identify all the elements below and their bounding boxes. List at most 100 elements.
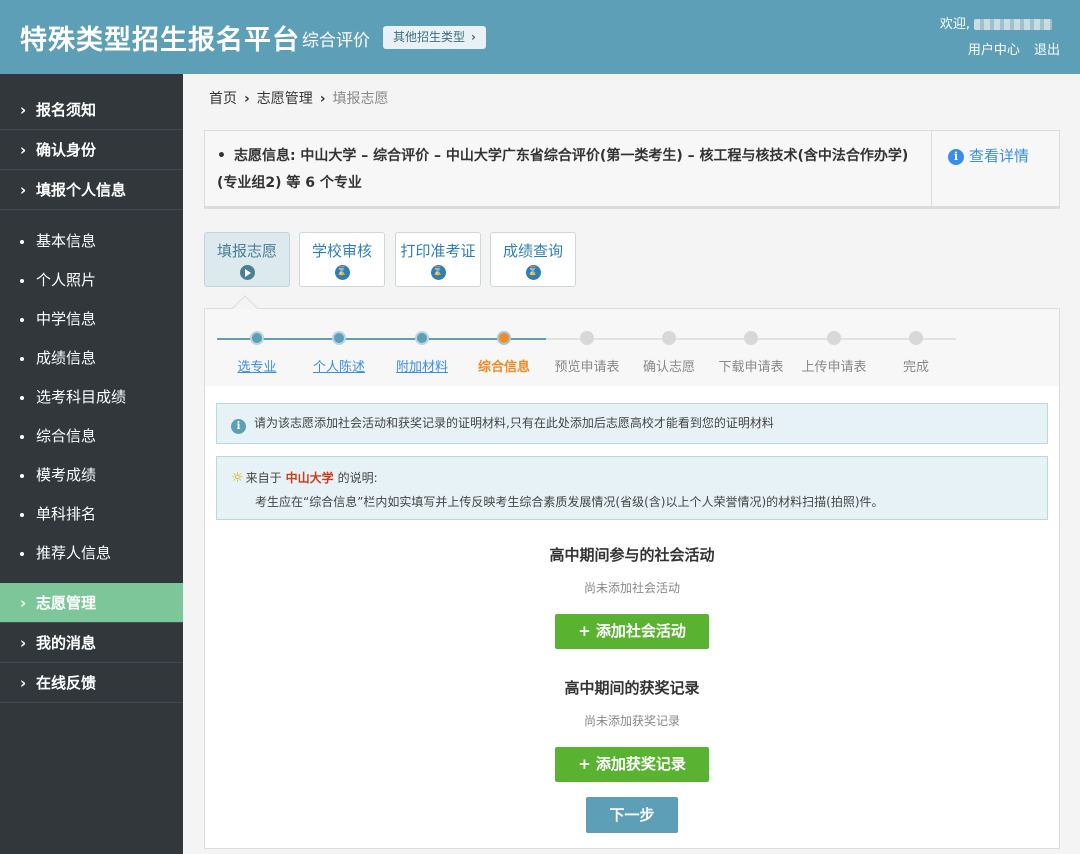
sidebar-subitem-school-info[interactable]: 中学信息 [0, 300, 183, 339]
material-notice-text: 请为该志愿添加社会活动和获奖记录的证明材料,只有在此处添加后志愿高校才能看到您的… [254, 416, 774, 430]
sidebar-subitem-label: 选考科目成绩 [36, 388, 127, 406]
social-activities-empty: 尚未添加社会活动 [583, 581, 680, 595]
view-details-label: 查看详情 [969, 147, 1030, 165]
breadcrumb-home[interactable]: 首页 [209, 91, 237, 107]
bullet-icon: • [217, 148, 226, 164]
sidebar-item-label: 确认身份 [36, 141, 97, 159]
sidebar-subitem-photo[interactable]: 个人照片 [0, 261, 183, 300]
tab-score-query[interactable]: 成绩查询 [490, 232, 576, 287]
sidebar-item-feedback[interactable]: › 在线反馈 [0, 663, 183, 703]
bullet-icon [20, 473, 24, 478]
user-links: 用户中心 退出 [958, 39, 1060, 58]
instruction-body: 考生应在“综合信息”栏内如实填写并上传反映考生综合素质发展情况(省级(含)以上个… [255, 495, 884, 509]
sidebar-item-messages[interactable]: › 我的消息 [0, 623, 183, 663]
site-title: 特殊类型招生报名平台 [20, 25, 300, 56]
other-admission-type-button[interactable]: 其他招生类型 › [383, 26, 486, 49]
tab-fill-application[interactable]: 填报志愿 [204, 232, 290, 287]
sidebar-subitem-label: 单科排名 [36, 505, 97, 523]
bullet-icon [20, 512, 24, 517]
instruction-source: ☼ 来自于 中山大学 的说明: [231, 469, 378, 486]
progress-step-download: 下载申请表 [718, 360, 784, 375]
sidebar-subitem-comprehensive-info[interactable]: 综合信息 [0, 417, 183, 456]
progress-step-upload: 上传申请表 [801, 360, 867, 375]
sidebar-subitem-label: 中学信息 [36, 310, 97, 328]
sidebar-item-label: 填报个人信息 [36, 181, 127, 199]
progress-step-select-major[interactable]: 选专业 [212, 356, 302, 375]
progress-step-preview: 预览申请表 [554, 360, 620, 375]
breadcrumb: 首页 › 志愿管理 › 填报志愿 [209, 88, 389, 108]
tab-label: 填报志愿 [216, 242, 277, 260]
welcome-text: 欢迎, [940, 13, 1052, 32]
sidebar-item-confirm-identity[interactable]: › 确认身份 [0, 130, 183, 170]
sidebar-subitem-grades[interactable]: 成绩信息 [0, 339, 183, 378]
progress-node-personal-statement [332, 331, 346, 345]
chevron-right-icon: › [20, 634, 27, 652]
sidebar-item-notice[interactable]: › 报名须知 [0, 90, 183, 130]
tab-label: 打印准考证 [400, 242, 476, 260]
university-instruction: ☼ 来自于 中山大学 的说明: 考生应在“综合信息”栏内如实填写并上传反映考生综合素质… [216, 456, 1048, 520]
sidebar-subitem-label: 成绩信息 [36, 349, 97, 367]
progress-node-upload [827, 331, 841, 345]
top-header: 特殊类型招生报名平台 综合评价 其他招生类型 › 欢迎, 用户中心 退出 [0, 0, 1080, 74]
info-icon: i [231, 419, 246, 434]
masked-username [974, 19, 1052, 30]
sidebar-item-label: 报名须知 [36, 101, 97, 119]
application-info-text: 志愿信息: 中山大学 – 综合评价 – 中山大学广东省综合评价(第一类考生) –… [217, 148, 909, 191]
breadcrumb-section[interactable]: 志愿管理 [257, 91, 313, 107]
chevron-right-icon: › [20, 674, 27, 692]
sidebar-subitem-label: 基本信息 [36, 232, 97, 250]
logout-link[interactable]: 退出 [1034, 43, 1060, 58]
sidebar-item-label: 我的消息 [36, 634, 97, 652]
progress-node-additional-material [415, 331, 429, 345]
progress-step-personal-statement[interactable]: 个人陈述 [294, 356, 384, 375]
next-step-button[interactable]: 下一步 [586, 797, 678, 833]
play-icon [239, 265, 255, 280]
application-info: • 志愿信息: 中山大学 – 综合评价 – 中山大学广东省综合评价(第一类考生) … [217, 143, 925, 197]
awards-empty: 尚未添加获奖记录 [583, 714, 680, 728]
sidebar-subitem-label: 个人照片 [36, 271, 97, 289]
bullet-icon [20, 395, 24, 400]
progress-node-finish [909, 331, 923, 345]
tab-label: 学校审核 [311, 242, 372, 260]
sidebar-item-personal-info[interactable]: › 填报个人信息 [0, 170, 183, 210]
other-admission-type-label: 其他招生类型 [393, 30, 466, 44]
progress-step-additional-material[interactable]: 附加材料 [377, 356, 467, 375]
sidebar-subitem-basic-info[interactable]: 基本信息 [0, 222, 183, 261]
instruction-prefix: 来自于 [245, 471, 282, 485]
sidebar-subitem-label: 推荐人信息 [36, 544, 112, 562]
sidebar-subitem-elective-grades[interactable]: 选考科目成绩 [0, 378, 183, 417]
sidebar-subitem-label: 模考成绩 [36, 466, 97, 484]
sidebar-item-label: 志愿管理 [36, 594, 97, 612]
chevron-right-icon: › [244, 91, 250, 107]
tab-label: 成绩查询 [502, 242, 563, 260]
bullet-icon [20, 434, 24, 439]
breadcrumb-current: 填报志愿 [332, 91, 389, 107]
add-award-button[interactable]: + 添加获奖记录 [555, 747, 709, 782]
sidebar-subitem-subject-rank[interactable]: 单科排名 [0, 495, 183, 534]
bullet-icon [20, 317, 24, 322]
bullet-icon [20, 356, 24, 361]
progress-node-preview [580, 331, 594, 345]
tab-print-admission-ticket[interactable]: 打印准考证 [395, 232, 481, 287]
progress-step-confirm: 确认志愿 [642, 360, 695, 375]
user-center-link[interactable]: 用户中心 [968, 43, 1020, 58]
sidebar-subitem-referrer[interactable]: 推荐人信息 [0, 534, 183, 573]
view-details-link[interactable]: i 查看详情 [948, 145, 1029, 166]
university-name: 中山大学 [285, 471, 334, 485]
tab-school-review[interactable]: 学校审核 [299, 232, 385, 287]
chevron-right-icon: › [319, 91, 326, 107]
hourglass-icon [525, 265, 541, 280]
add-social-activity-button[interactable]: + 添加社会活动 [555, 614, 709, 649]
sidebar-subitem-label: 综合信息 [36, 427, 97, 445]
progress-step-comprehensive-info: 综合信息 [477, 360, 530, 375]
chevron-right-icon: › [471, 30, 476, 44]
hourglass-icon [334, 265, 350, 280]
awards-title: 高中期间的获奖记录 [564, 679, 700, 697]
sidebar-subitem-mock-exam[interactable]: 模考成绩 [0, 456, 183, 495]
instruction-suffix: 的说明: [337, 471, 378, 485]
progress-step-finish: 完成 [902, 360, 929, 375]
sidebar-item-application-management[interactable]: › 志愿管理 [0, 583, 183, 623]
progress-node-select-major [250, 331, 264, 345]
bullet-icon [20, 551, 24, 556]
lightbulb-icon: ☼ [231, 470, 244, 486]
